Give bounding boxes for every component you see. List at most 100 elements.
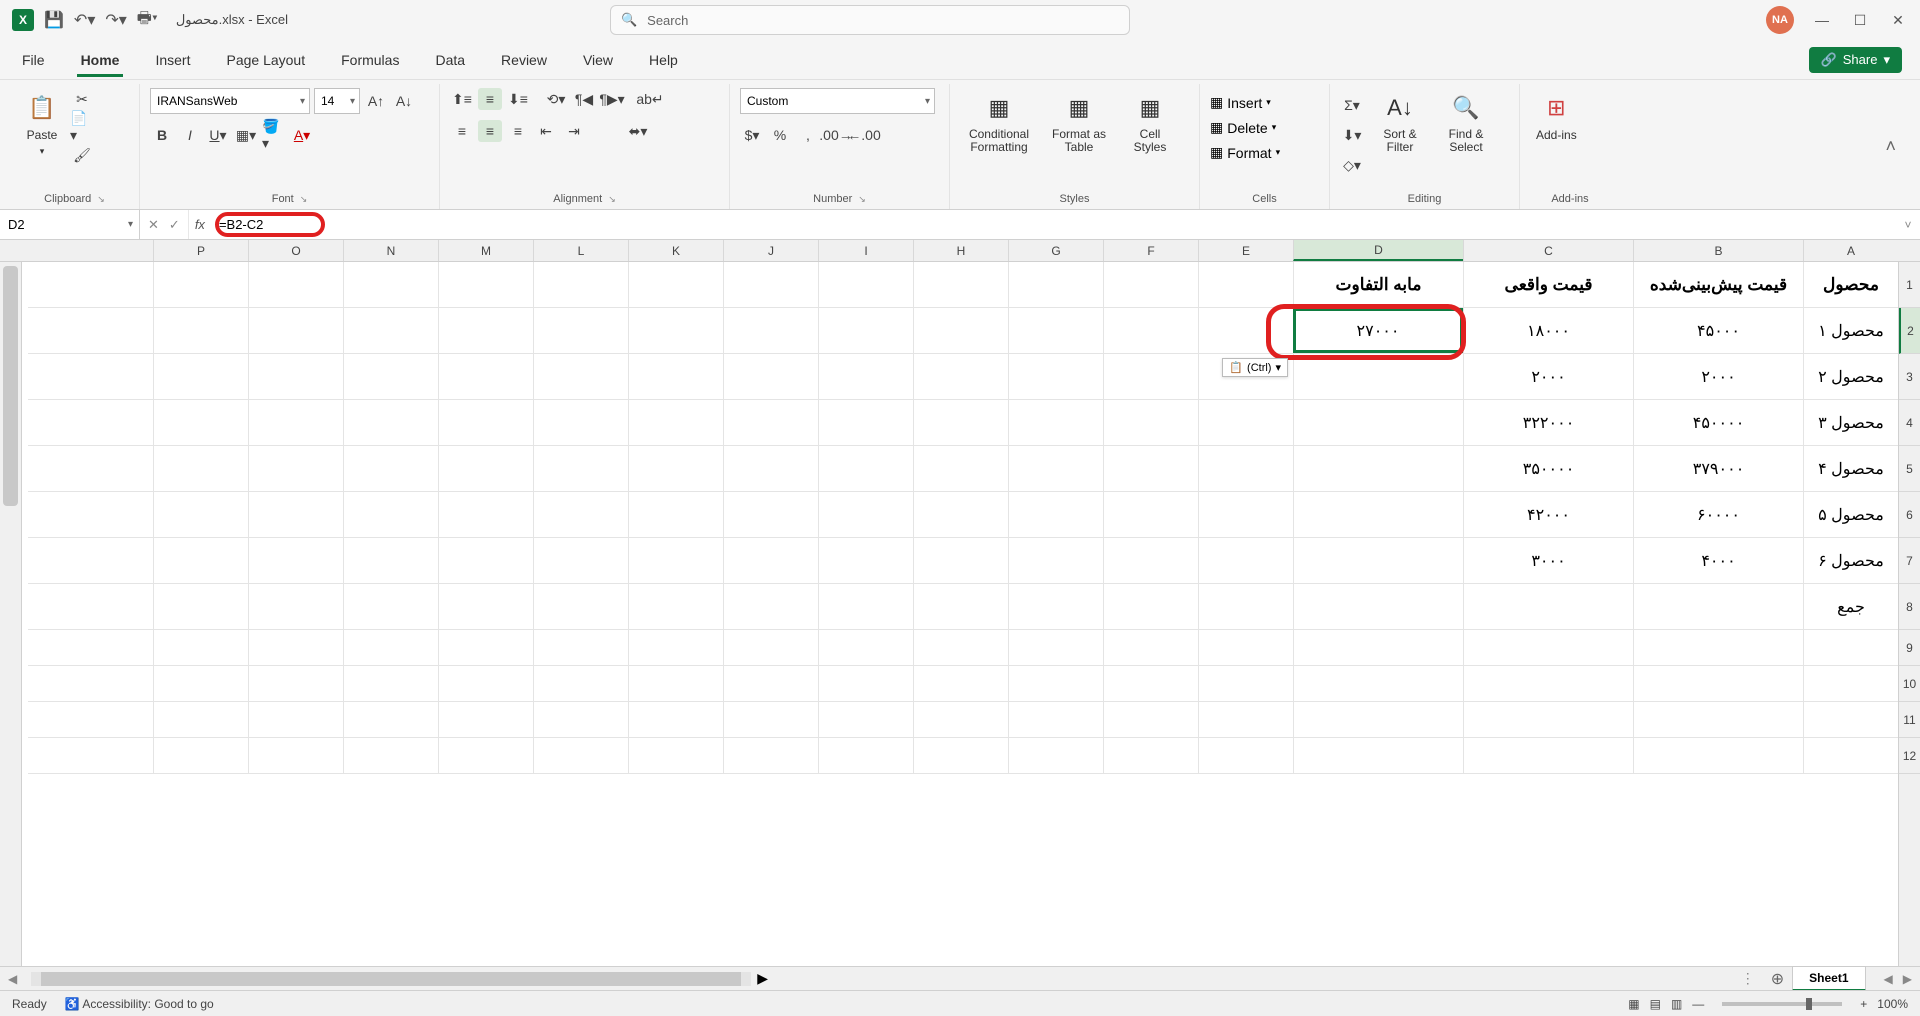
cell[interactable] xyxy=(1008,262,1103,307)
row-header-6[interactable]: 6 xyxy=(1899,492,1920,538)
align-bottom-icon[interactable]: ⬇≡ xyxy=(506,88,530,110)
cell[interactable] xyxy=(438,492,533,537)
cell[interactable] xyxy=(723,584,818,629)
cell[interactable] xyxy=(1198,630,1293,665)
cell[interactable] xyxy=(153,308,248,353)
cell[interactable] xyxy=(628,702,723,737)
cell[interactable] xyxy=(1008,738,1103,773)
cell[interactable] xyxy=(1103,538,1198,583)
increase-decimal-icon[interactable]: .00→ xyxy=(824,124,848,146)
row-header-3[interactable]: 3 xyxy=(1899,354,1920,400)
cell[interactable] xyxy=(1633,738,1803,773)
cell[interactable] xyxy=(913,400,1008,445)
cell[interactable] xyxy=(533,446,628,491)
row-header-4[interactable]: 4 xyxy=(1899,400,1920,446)
cell[interactable] xyxy=(913,584,1008,629)
cell[interactable] xyxy=(1008,354,1103,399)
alignment-launcher-icon[interactable]: ↘ xyxy=(608,194,616,205)
cell[interactable] xyxy=(913,308,1008,353)
minimize-button[interactable]: — xyxy=(1812,12,1832,28)
sheet-menu-icon[interactable]: ⋮ xyxy=(1733,970,1763,987)
zoom-level[interactable]: 100% xyxy=(1877,997,1908,1011)
cell[interactable] xyxy=(628,492,723,537)
cell[interactable] xyxy=(153,584,248,629)
sort-filter-button[interactable]: A↓Sort & Filter xyxy=(1370,88,1430,158)
collapse-ribbon-icon[interactable]: ˄ xyxy=(1871,84,1910,209)
cell[interactable] xyxy=(818,584,913,629)
cell[interactable] xyxy=(248,702,343,737)
cell[interactable] xyxy=(248,354,343,399)
underline-button[interactable]: U▾ xyxy=(206,124,230,146)
cell[interactable]: قیمت واقعی xyxy=(1463,262,1633,307)
cell[interactable] xyxy=(1008,446,1103,491)
cell[interactable] xyxy=(818,308,913,353)
page-layout-view-icon[interactable]: ▤ xyxy=(1650,997,1661,1011)
zoom-in-button[interactable]: + xyxy=(1860,997,1867,1011)
cell[interactable] xyxy=(1293,666,1463,701)
col-header-L[interactable]: L xyxy=(533,240,628,261)
cell[interactable]: محصول ۱ xyxy=(1803,308,1898,353)
tab-help[interactable]: Help xyxy=(645,44,682,76)
accessibility-status[interactable]: ♿ Accessibility: Good to go xyxy=(65,997,214,1011)
cell[interactable]: مابه التفاوت xyxy=(1293,262,1463,307)
close-button[interactable]: ✕ xyxy=(1888,12,1908,29)
cell[interactable] xyxy=(723,702,818,737)
cell[interactable] xyxy=(343,354,438,399)
cell[interactable] xyxy=(628,400,723,445)
cell[interactable] xyxy=(343,666,438,701)
cell[interactable] xyxy=(1633,702,1803,737)
cell[interactable] xyxy=(1008,400,1103,445)
cell[interactable] xyxy=(1008,584,1103,629)
cell[interactable] xyxy=(248,446,343,491)
cell[interactable] xyxy=(533,308,628,353)
cut-icon[interactable]: ✂ xyxy=(70,88,94,110)
name-box[interactable]: D2 xyxy=(0,210,140,239)
cell[interactable] xyxy=(1198,400,1293,445)
tab-page-layout[interactable]: Page Layout xyxy=(222,44,309,76)
cell[interactable] xyxy=(438,308,533,353)
decrease-decimal-icon[interactable]: ←.00 xyxy=(852,124,876,146)
cell[interactable] xyxy=(1293,702,1463,737)
cell[interactable] xyxy=(628,630,723,665)
cell[interactable] xyxy=(533,492,628,537)
cell[interactable]: محصول ۳ xyxy=(1803,400,1898,445)
row-header-12[interactable]: 12 xyxy=(1899,738,1920,774)
cell[interactable] xyxy=(723,630,818,665)
cell[interactable] xyxy=(1198,538,1293,583)
cell[interactable] xyxy=(153,446,248,491)
cell[interactable] xyxy=(533,702,628,737)
cell[interactable] xyxy=(248,538,343,583)
cell[interactable] xyxy=(343,702,438,737)
cell-styles-button[interactable]: ▦Cell Styles xyxy=(1120,88,1180,158)
addins-button[interactable]: ⊞Add-ins xyxy=(1530,88,1583,146)
zoom-out-button[interactable]: — xyxy=(1692,997,1704,1011)
fill-color-button[interactable]: 🪣▾ xyxy=(262,124,286,146)
cell[interactable]: ۴۵۰۰۰۰ xyxy=(1633,400,1803,445)
cell[interactable] xyxy=(628,738,723,773)
cell[interactable] xyxy=(1293,446,1463,491)
cell[interactable] xyxy=(1103,492,1198,537)
cell[interactable] xyxy=(818,630,913,665)
cell[interactable] xyxy=(818,400,913,445)
cell[interactable] xyxy=(1198,666,1293,701)
cell[interactable] xyxy=(1198,262,1293,307)
cell[interactable] xyxy=(913,538,1008,583)
col-header-E[interactable]: E xyxy=(1198,240,1293,261)
cell[interactable] xyxy=(723,538,818,583)
decrease-indent-icon[interactable]: ⇤ xyxy=(534,120,558,142)
cell[interactable]: ۳۰۰۰ xyxy=(1463,538,1633,583)
tab-insert[interactable]: Insert xyxy=(151,44,194,76)
cell[interactable] xyxy=(628,354,723,399)
cell[interactable] xyxy=(248,666,343,701)
row-header-9[interactable]: 9 xyxy=(1899,630,1920,666)
cell[interactable] xyxy=(1463,666,1633,701)
cell[interactable] xyxy=(1008,538,1103,583)
cell[interactable] xyxy=(343,538,438,583)
cell[interactable] xyxy=(723,446,818,491)
fx-icon[interactable]: fx xyxy=(189,210,211,239)
cell[interactable] xyxy=(153,262,248,307)
cell[interactable]: ۳۷۹۰۰۰ xyxy=(1633,446,1803,491)
cell[interactable] xyxy=(248,584,343,629)
cell[interactable] xyxy=(1198,584,1293,629)
cell[interactable] xyxy=(1293,538,1463,583)
